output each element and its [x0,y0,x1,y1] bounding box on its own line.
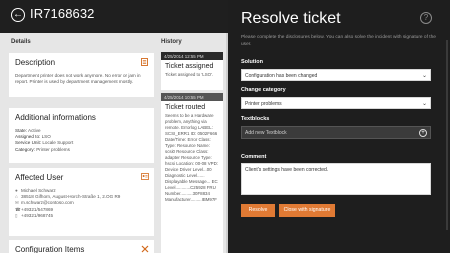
description-panel[interactable]: Description Department printer does not … [9,53,154,97]
comment-label: Comment [241,154,267,160]
chevron-down-icon: ⌄ [421,101,427,107]
solution-select[interactable]: Configuration has been changed ⌄ [241,69,431,81]
history-body: Seems to be a Hardware problem, anything… [165,113,218,202]
resolve-button[interactable]: Resolve [241,204,275,217]
configuration-items-title: Configuration Items [15,245,85,253]
textblock-input[interactable]: Add new Textblock + [241,126,431,139]
info-row-category: Category: Printer problems [15,146,70,152]
change-category-select[interactable]: Printer problems ⌄ [241,97,431,109]
document-icon [141,58,148,66]
user-mobile[interactable]: +49321/968745 [21,213,53,219]
contact-card-icon [141,173,149,181]
flyout-scrollbar[interactable] [446,40,448,230]
history-heading: History [161,39,182,45]
flyout-title: Resolve ticket [241,10,341,27]
history-title: Ticket assigned [165,63,214,70]
comment-textarea[interactable]: Client's settings have been corrected. [241,163,431,195]
history-card[interactable]: 4/25/2014 12:55 PM Ticket assigned Ticke… [161,52,223,90]
description-text: Department printer does not work anymore… [15,73,141,85]
solution-value: Configuration has been changed [245,73,318,79]
close-with-signature-button[interactable]: Close with signature [279,204,335,217]
additional-info-panel[interactable]: Additional informations State: Active As… [9,108,154,163]
description-title: Description [15,58,56,67]
tools-icon [141,245,149,253]
add-textblock-icon[interactable]: + [419,129,427,137]
back-button[interactable]: ← [11,8,25,22]
configuration-items-panel[interactable]: Configuration Items [9,240,154,253]
history-date: 4/25/2014 12:55 PM [161,52,223,60]
change-category-label: Change category [241,87,286,93]
history-body: Ticket assigned to 'LSO'. [165,72,214,77]
resolve-ticket-flyout: Resolve ticket ? Please complete the dis… [228,0,450,253]
history-card[interactable]: 4/25/2014 10:55 PM Ticket routed Seems t… [161,93,223,253]
flyout-description: Please complete the disclosures below. Y… [241,35,436,47]
textblocks-label: Textblocks [241,116,270,122]
chevron-down-icon: ⌄ [421,73,427,79]
history-title: Ticket routed [165,104,206,111]
help-icon[interactable]: ? [420,12,432,24]
change-category-value: Printer problems [245,101,282,107]
solution-label: Solution [241,59,263,65]
affected-user-title: Affected User [15,173,64,182]
affected-user-panel[interactable]: Affected User ● Michael Schwarz ⌂ 38518 Gi… [9,168,154,236]
history-date: 4/25/2014 10:55 PM [161,93,223,101]
details-heading: Details [11,39,31,45]
ticket-id-title: IR7168632 [30,6,95,21]
textblock-placeholder: Add new Textblock [245,130,287,136]
additional-info-title: Additional informations [15,113,96,122]
comment-text: Client's settings have been corrected. [245,167,329,173]
